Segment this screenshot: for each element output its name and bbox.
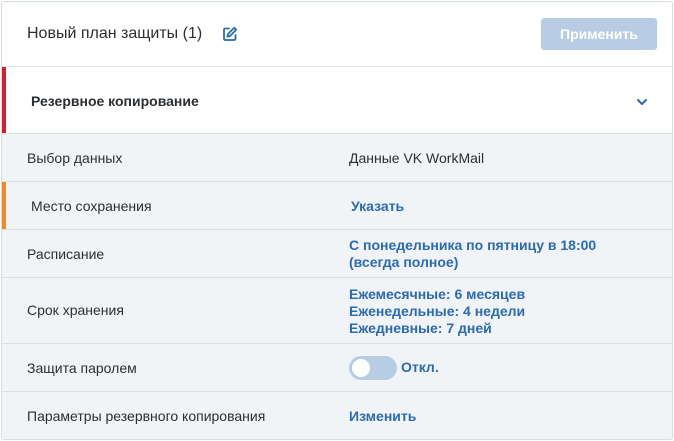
schedule-link[interactable]: С понедельника по пятницу в 18:00 (всегд… [349,237,596,271]
toggle-state-label: Откл. [401,359,439,375]
row-label: Срок хранения [27,302,124,318]
retention-line: Ежедневные: 7 дней [349,320,492,336]
attention-marker [2,182,6,229]
data-selection-value: Данные VK WorkMail [349,150,485,166]
row-data-selection: Выбор данных Данные VK WorkMail [2,134,672,182]
plan-header: Новый план защиты (1) Применить [2,2,672,67]
apply-button[interactable]: Применить [541,18,657,50]
chevron-down-icon[interactable] [636,94,648,105]
change-options-link[interactable]: Изменить [349,408,416,425]
row-backup-options: Параметры резервного копирования Изменит… [2,392,672,439]
row-label: Выбор данных [27,150,123,166]
row-label: Место сохранения [31,198,152,214]
row-retention: Срок хранения Ежемесячные: 6 месяцев Еже… [2,278,672,344]
protection-plan-panel: Новый план защиты (1) Применить Резервно… [1,1,673,440]
section-marker [2,67,6,133]
toggle-knob [352,359,370,377]
retention-line: Ежемесячные: 6 месяцев [349,286,526,302]
edit-icon[interactable] [222,26,238,42]
password-toggle[interactable] [349,356,397,380]
schedule-line: (всегда полное) [349,254,459,270]
specify-location-link[interactable]: Указать [351,198,404,215]
row-password-protection: Защита паролем Откл. [2,344,672,392]
schedule-line: С понедельника по пятницу в 18:00 [349,237,597,253]
row-schedule: Расписание С понедельника по пятницу в 1… [2,230,672,278]
section-title: Резервное копирование [31,93,199,109]
row-label: Защита паролем [27,360,137,376]
row-label: Расписание [27,246,105,262]
plan-title: Новый план защиты (1) [27,25,203,42]
retention-line: Еженедельные: 4 недели [349,303,526,319]
row-storage-location: Место сохранения Указать [2,182,672,230]
retention-link[interactable]: Ежемесячные: 6 месяцев Еженедельные: 4 н… [349,286,525,337]
row-label: Параметры резервного копирования [27,408,266,424]
backup-section-header[interactable]: Резервное копирование [2,67,672,134]
